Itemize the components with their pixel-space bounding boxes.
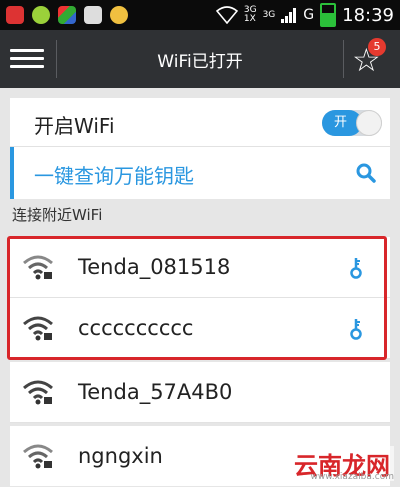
image-icon <box>84 6 102 24</box>
status-bar-notifications <box>6 4 128 26</box>
status-bar-system: 3G 1X 3G G 18:39 <box>215 3 394 27</box>
master-key-search-label: 一键查询万能钥匙 <box>34 164 194 188</box>
notification-badge: 5 <box>368 38 386 56</box>
wifi-icon <box>215 6 238 24</box>
clock: 18:39 <box>342 4 394 26</box>
wifi-network-name: Tenda_081518 <box>78 255 231 279</box>
signal-icon <box>281 8 297 23</box>
network-type-indicator: 3G 1X <box>244 6 257 24</box>
wifi-network-item[interactable]: cccccccccc <box>10 298 390 358</box>
app-top-bar: WiFi已打开 ☆ 5 <box>0 30 400 88</box>
page-title: WiFi已打开 <box>157 52 243 72</box>
key-icon[interactable] <box>350 318 362 340</box>
carrier-label: G <box>303 7 315 23</box>
network-type-bottom: 1X <box>243 14 256 24</box>
nearby-wifi-section-title: 连接附近WiFi <box>12 206 103 224</box>
red-app-icon <box>6 6 24 24</box>
master-key-search-row[interactable]: 一键查询万能钥匙 <box>10 146 390 199</box>
wifi-enable-row[interactable]: 开启WiFi 开 <box>10 98 390 146</box>
divider <box>343 40 344 78</box>
watermark-url: www.xiazaiba.com <box>310 472 394 482</box>
green-app-icon <box>32 6 50 24</box>
wifi-network-item[interactable]: Tenda_57A4B0 <box>10 362 390 422</box>
favorites-button[interactable]: ☆ 5 <box>348 36 392 84</box>
key-icon[interactable] <box>350 257 362 279</box>
status-bar: 3G 1X 3G G 18:39 <box>0 0 400 30</box>
wifi-lock-icon <box>23 255 53 280</box>
list-divider <box>10 422 390 423</box>
search-icon[interactable] <box>356 163 376 183</box>
wifi-network-name: cccccccccc <box>78 316 194 340</box>
network-type-mid: 3G <box>262 9 276 20</box>
network-type-indicator-2: 3G <box>262 9 276 20</box>
colorful-app-icon <box>58 6 76 24</box>
wifi-enable-label: 开启WiFi <box>34 114 115 138</box>
list-divider <box>10 358 390 359</box>
battery-icon <box>320 3 337 27</box>
wifi-lock-icon <box>23 380 53 405</box>
wifi-toggle[interactable]: 开 <box>322 110 382 136</box>
accent-bar <box>10 147 14 199</box>
wifi-network-name: Tenda_57A4B0 <box>78 380 233 404</box>
weather-icon <box>110 6 128 24</box>
wifi-lock-icon <box>23 444 53 469</box>
wifi-network-item[interactable]: Tenda_081518 <box>10 237 390 297</box>
wifi-lock-icon <box>23 316 53 341</box>
wifi-network-name: ngngxin <box>78 444 163 468</box>
toggle-knob[interactable] <box>356 110 382 136</box>
